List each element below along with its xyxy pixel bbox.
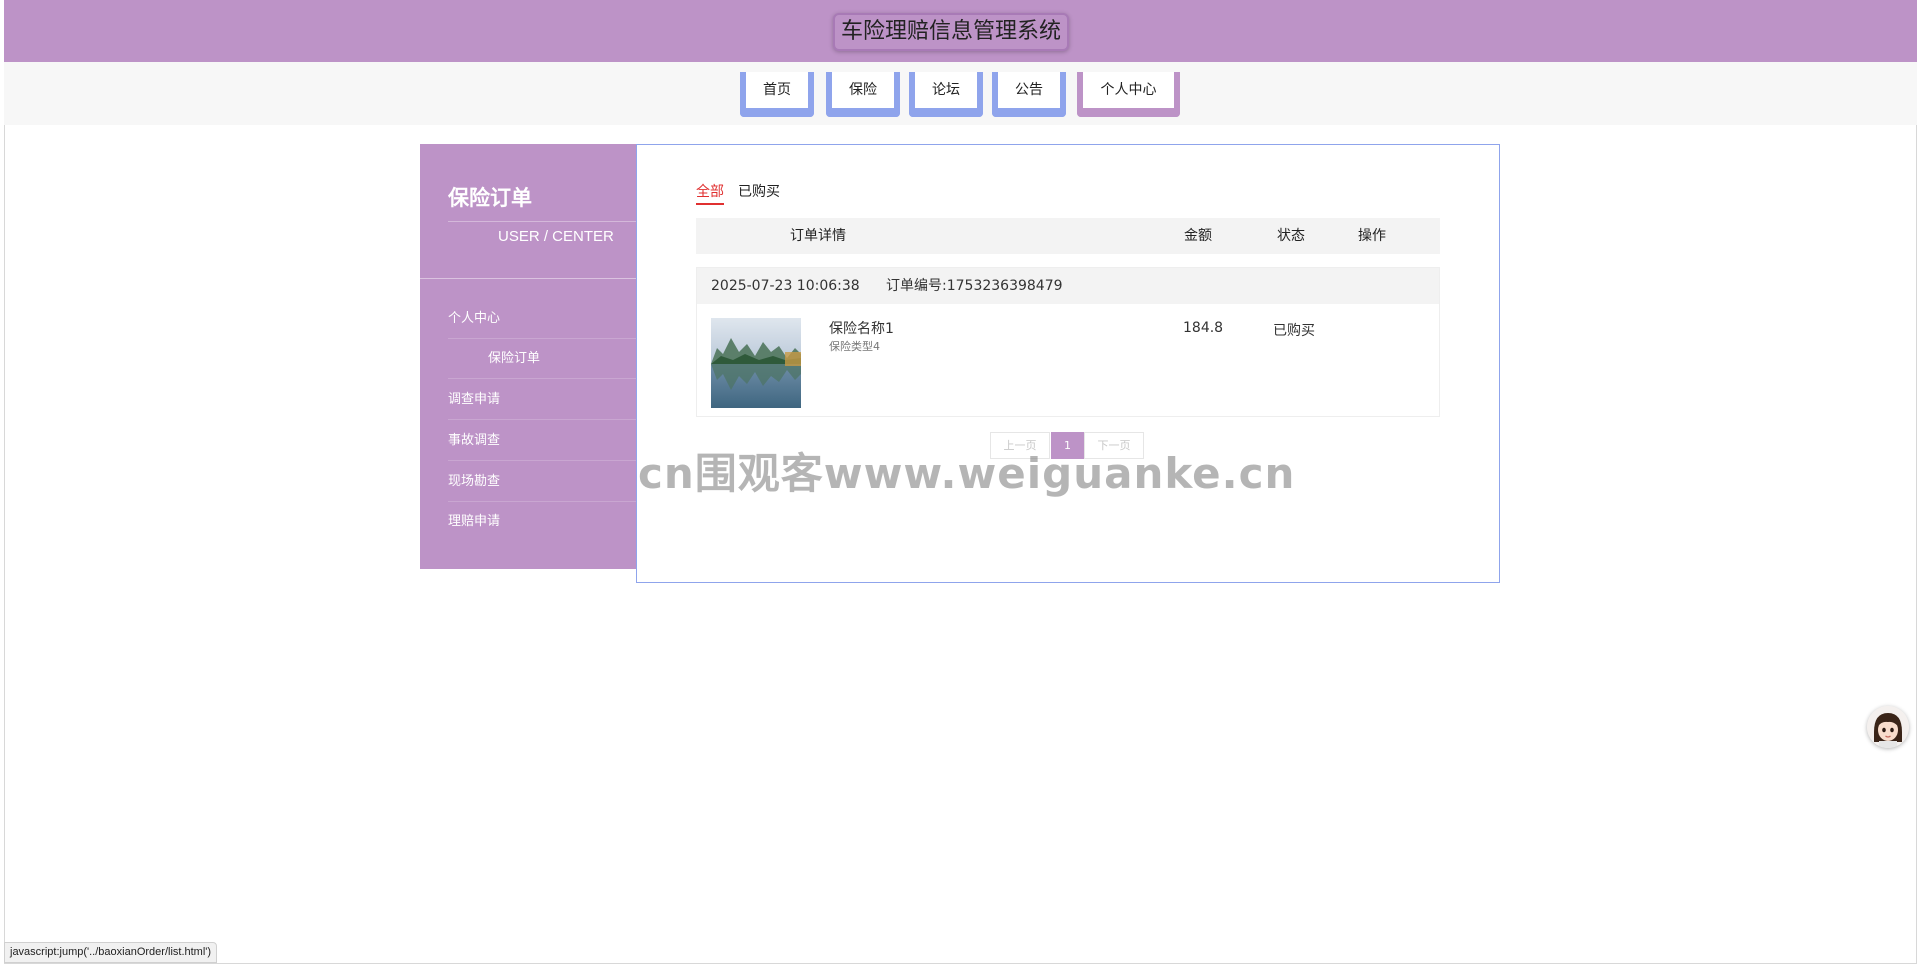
orders-table-header: 订单详情 金额 状态 操作	[696, 218, 1440, 254]
sidebar-item-site-survey[interactable]: 现场勘查	[448, 462, 638, 502]
column-header-action: 操作	[1358, 228, 1386, 244]
sidebar-divider	[420, 278, 638, 279]
order-time: 2025-07-23 10:06:38	[711, 278, 860, 294]
watermark-text: cn围观客www.weiguanke.cn	[638, 449, 1296, 498]
site-title: 车险理赔信息管理系统	[833, 13, 1069, 51]
product-name[interactable]: 保险名称1	[829, 318, 894, 338]
nav-item-notice[interactable]: 公告	[992, 72, 1066, 117]
sidebar-item-claim-apply[interactable]: 理赔申请	[448, 502, 638, 542]
assistant-avatar-icon[interactable]	[1867, 706, 1909, 748]
column-header-amount: 金额	[1184, 228, 1212, 244]
tab-all[interactable]: 全部	[696, 181, 724, 205]
product-thumbnail[interactable]	[711, 318, 801, 408]
nav-item-user-center[interactable]: 个人中心	[1077, 72, 1180, 117]
browser-status-bar: javascript:jump('../baoxianOrder/list.ht…	[4, 942, 218, 963]
sidebar-item-insurance-orders[interactable]: 保险订单	[448, 339, 638, 379]
sidebar-item-user-center[interactable]: 个人中心	[448, 299, 638, 339]
nav-item-insurance[interactable]: 保险	[826, 72, 900, 117]
sidebar-subtitle: USER / CENTER	[498, 228, 614, 245]
order-status: 已购买	[1273, 323, 1315, 339]
nav-item-forum[interactable]: 论坛	[909, 72, 983, 117]
order-number: 订单编号:1753236398479	[886, 278, 1063, 294]
sidebar-item-accident-investigation[interactable]: 事故调查	[448, 421, 638, 461]
product-type: 保险类型4	[829, 340, 880, 353]
order-card-header: 2025-07-23 10:06:38 订单编号:1753236398479	[697, 268, 1439, 304]
column-header-status: 状态	[1277, 228, 1305, 244]
order-amount: 184.8	[1183, 320, 1224, 336]
tab-purchased[interactable]: 已购买	[738, 181, 780, 203]
column-header-detail: 订单详情	[790, 228, 846, 244]
orders-panel: 全部 已购买 订单详情 金额 状态 操作 2025-07-23 10:06:38…	[636, 144, 1500, 583]
nav-item-home[interactable]: 首页	[740, 72, 814, 117]
site-header: 车险理赔信息管理系统	[4, 0, 1917, 62]
sidebar-title: 保险订单	[448, 186, 532, 210]
sidebar-title-divider	[448, 221, 638, 222]
sidebar-item-investigation-apply[interactable]: 调查申请	[448, 380, 638, 420]
landscape-image-icon	[711, 318, 801, 408]
girl-face-icon	[1867, 706, 1909, 748]
sidebar: 保险订单 USER / CENTER 个人中心 保险订单 调查申请 事故调查 现…	[420, 144, 638, 569]
order-card: 2025-07-23 10:06:38 订单编号:1753236398479 保…	[696, 267, 1440, 417]
